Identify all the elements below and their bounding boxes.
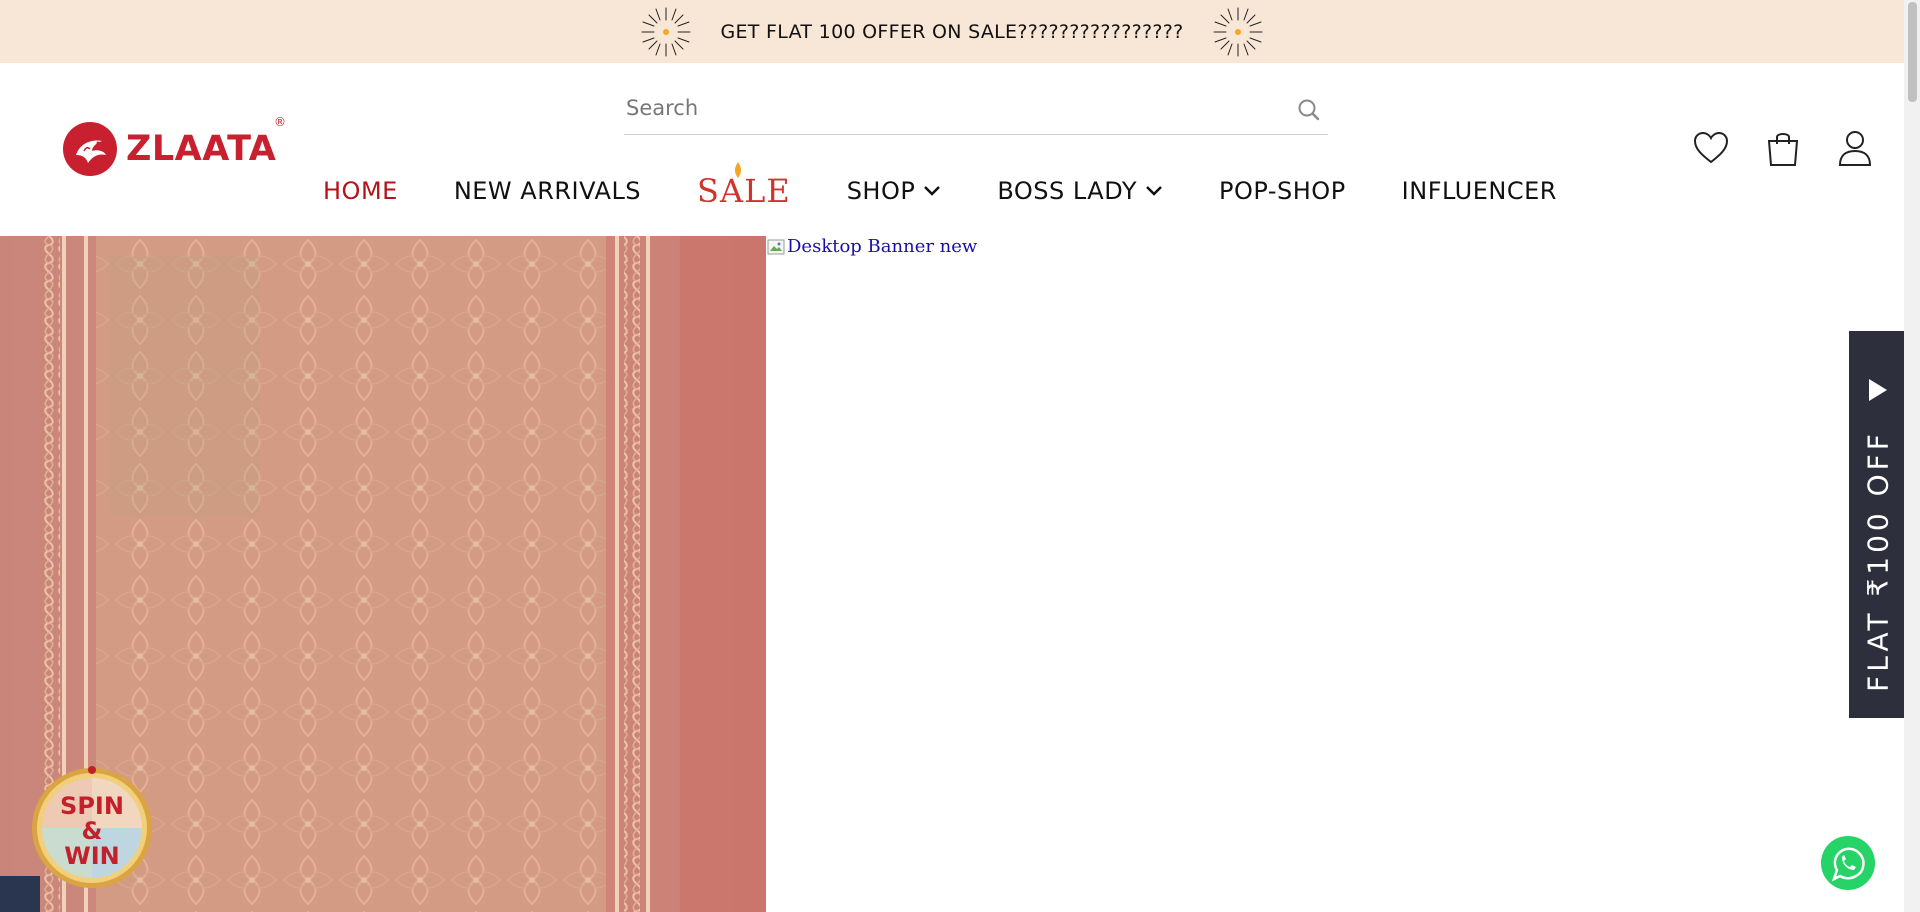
bird-logo-icon [63,122,117,176]
spin-win-line1: SPIN [60,792,124,820]
broken-image-icon [767,239,785,254]
firework-icon [1213,7,1262,56]
bag-icon[interactable] [1764,129,1802,167]
spin-win-line2: & [81,817,103,845]
brand-logo[interactable]: ZLAATA ® [62,115,286,177]
spin-win-line3: WIN [64,842,120,870]
site-header: ZLAATA ® HOME NEW ARRIVALS SALE SHOP BOS… [0,63,1904,236]
heart-icon[interactable] [1692,129,1730,167]
chevron-down-icon [924,186,941,196]
spin-win-label: SPIN & WIN [30,794,154,869]
nav-shop-label: SHOP [846,177,916,205]
search-bar [624,83,1328,135]
play-arrow-icon [1869,379,1887,401]
registered-mark: ® [274,115,286,129]
page: GET FLAT 100 OFFER ON SALE??????????????… [0,0,1920,912]
main-nav: HOME NEW ARRIVALS SALE SHOP BOSS LADY PO… [323,162,1557,211]
chevron-down-icon [1146,186,1162,196]
side-tab-label: FLAT ₹100 OFF [1861,430,1895,692]
flame-icon [735,162,742,178]
nav-new-arrivals[interactable]: NEW ARRIVALS [454,177,641,205]
nav-sale[interactable]: SALE [697,162,791,210]
announcement-text: GET FLAT 100 OFFER ON SALE??????????????… [720,20,1184,43]
flat-off-side-tab[interactable]: FLAT ₹100 OFF [1849,331,1907,718]
user-icon[interactable] [1836,129,1874,167]
banner-alt-text: Desktop Banner new [787,236,978,257]
brand-name: ZLAATA [126,129,277,169]
firework-icon [641,7,691,56]
nav-pop-shop-label: POP-SHOP [1219,177,1346,205]
whatsapp-icon[interactable] [1820,835,1876,891]
scrollbar-thumb[interactable] [1908,2,1917,102]
nav-pop-shop[interactable]: POP-SHOP [1219,177,1346,205]
spin-win-button[interactable]: SPIN & WIN [30,766,154,890]
announcement-bar: GET FLAT 100 OFFER ON SALE??????????????… [0,0,1904,63]
search-input[interactable] [624,83,1264,133]
nav-boss-lady[interactable]: BOSS LADY [997,177,1163,205]
nav-influencer-label: INFLUENCER [1401,177,1557,205]
nav-home[interactable]: HOME [323,177,398,205]
nav-shop[interactable]: SHOP [847,177,942,205]
nav-home-label: HOME [323,177,398,205]
desktop-banner-image[interactable]: Desktop Banner new [767,236,977,257]
page-scrollbar[interactable] [1904,0,1920,912]
nav-sale-label: SALE [697,172,791,210]
nav-influencer[interactable]: INFLUENCER [1402,177,1557,205]
search-icon[interactable] [1296,97,1322,123]
header-actions [1692,129,1874,167]
nav-new-arrivals-label: NEW ARRIVALS [453,177,642,205]
nav-boss-lady-label: BOSS LADY [997,177,1138,205]
